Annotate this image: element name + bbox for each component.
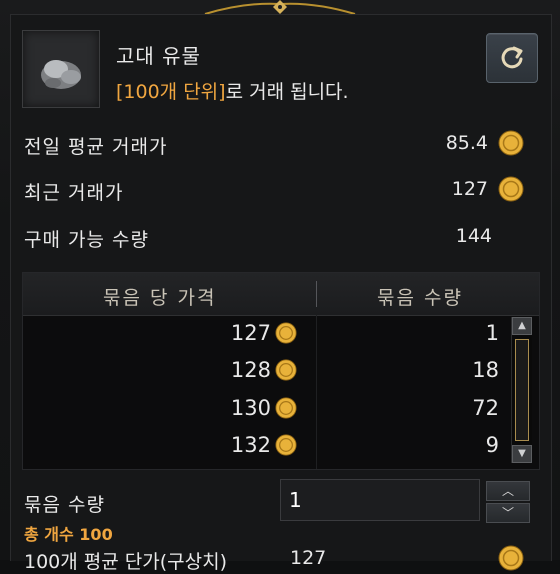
gold-coin-icon bbox=[498, 176, 524, 202]
chevron-down-icon: ﹀ bbox=[501, 506, 514, 520]
prev-avg-label: 전일 평균 거래가 bbox=[24, 136, 168, 158]
avg-unit-price-value: 127 bbox=[290, 547, 327, 569]
qty-decrease-button[interactable]: ﹀ bbox=[486, 503, 530, 523]
bundle-qty-label: 묶음 수량 bbox=[24, 494, 105, 516]
scroll-thumb[interactable] bbox=[515, 339, 529, 441]
qty-increase-button[interactable]: ︿ bbox=[486, 481, 530, 501]
refresh-button[interactable] bbox=[486, 33, 538, 83]
item-name: 고대 유물 bbox=[116, 44, 201, 68]
row-price: 128 bbox=[230, 358, 271, 382]
item-icon bbox=[22, 30, 100, 108]
col-header-price: 묶음 당 가격 bbox=[103, 287, 217, 309]
row-qty: 1 bbox=[485, 321, 499, 345]
scroll-down-button[interactable]: ▼ bbox=[512, 445, 532, 463]
recent-price-value: 127 bbox=[451, 178, 488, 200]
row-price: 127 bbox=[230, 321, 271, 345]
column-divider bbox=[316, 315, 317, 469]
buyable-qty-value: 144 bbox=[455, 225, 492, 247]
gold-coin-icon bbox=[275, 359, 297, 381]
table-scrollbar[interactable]: ▲ ▼ bbox=[511, 317, 532, 463]
header-divider bbox=[316, 281, 317, 307]
trade-unit-rest: 로 거래 됩니다. bbox=[225, 81, 349, 103]
avg-unit-price-label: 100개 평균 단가(구상치) bbox=[24, 551, 228, 573]
gold-coin-icon bbox=[275, 322, 297, 344]
chevron-up-icon: ︿ bbox=[501, 484, 514, 498]
recent-price-label: 최근 거래가 bbox=[24, 182, 124, 204]
gold-coin-icon bbox=[498, 130, 524, 156]
total-count: 총 개수 100 bbox=[24, 525, 113, 544]
row-price: 130 bbox=[230, 396, 271, 420]
row-qty: 18 bbox=[472, 358, 499, 382]
row-price: 132 bbox=[230, 433, 271, 457]
gold-coin-icon bbox=[498, 545, 524, 571]
bundle-qty-input[interactable]: 1 bbox=[280, 479, 480, 521]
trade-unit-text: [100개 단위]로 거래 됩니다. bbox=[116, 77, 349, 104]
prev-avg-value: 85.4 bbox=[445, 132, 488, 154]
orders-table: 묶음 당 가격 묶음 수량 127 1 128 18 130 72 132 9 … bbox=[22, 272, 540, 470]
scroll-up-button[interactable]: ▲ bbox=[512, 317, 532, 335]
col-header-qty: 묶음 수량 bbox=[377, 287, 463, 309]
refresh-icon bbox=[501, 46, 523, 69]
table-header: 묶음 당 가격 묶음 수량 bbox=[23, 273, 539, 316]
trade-window: 고대 유물 [100개 단위]로 거래 됩니다. 전일 평균 거래가 85.4 … bbox=[0, 0, 560, 573]
trade-unit-highlight: [100개 단위] bbox=[116, 81, 226, 103]
row-qty: 9 bbox=[485, 433, 499, 457]
gold-coin-icon bbox=[275, 397, 297, 419]
buyable-qty-label: 구매 가능 수량 bbox=[24, 229, 149, 251]
gold-coin-icon bbox=[275, 434, 297, 456]
row-qty: 72 bbox=[472, 396, 499, 420]
